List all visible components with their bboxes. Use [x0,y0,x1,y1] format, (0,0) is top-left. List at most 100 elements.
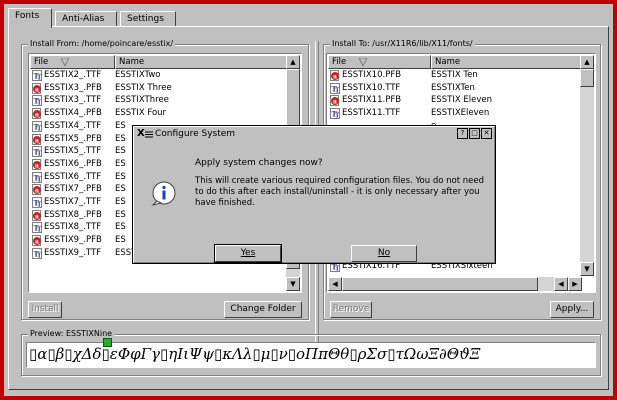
scroll-thumb[interactable] [580,69,594,87]
name-cell: ESSTIX Ten [431,70,478,80]
file-cell: ESSTIX6_.PFB [44,158,102,169]
name-cell: ESSTIXThree [115,95,169,106]
file-cell: ESSTIX11.TTF [342,108,401,119]
list-item[interactable]: T T ESSTIX2_.TTF ESSTIXTwo [30,69,286,81]
ttf-font-icon: TT [32,247,42,259]
file-cell: ESSTIX5_.PFB [44,133,102,144]
pfb-font-icon: a [330,95,339,107]
scroll-left-button[interactable]: ◀ [554,277,568,291]
scroll-up-button[interactable]: ▲ [286,55,300,69]
tab-settings[interactable]: Settings [120,11,176,27]
yes-button[interactable]: Yes [214,244,282,263]
name-cell: ESSTIX Three [115,82,172,93]
name-cell: ES [115,146,126,157]
svg-text:a: a [35,112,39,119]
list-header: File Name [328,55,582,69]
svg-text:T: T [335,113,340,120]
dialog-titlebar[interactable]: X Configure System ? □ ✕ [135,128,493,140]
name-cell: ES [115,158,126,169]
name-cell: ESSTIX Eleven [431,95,492,106]
install-to-vscrollbar[interactable]: ▲ ▼ [580,55,594,276]
svg-text:T: T [37,227,42,234]
svg-text:a: a [35,162,39,169]
remove-button[interactable]: Remove [330,301,372,318]
tab-anti-alias[interactable]: Anti-Alias [55,11,117,27]
pfb-font-icon: a [32,133,41,145]
list-item[interactable]: T T ESSTIX11.TTF ESSTIXEleven [328,107,580,120]
close-button[interactable]: ✕ [481,128,492,139]
pfb-font-icon: a [32,108,41,120]
scroll-left-button[interactable]: ◀ [328,277,342,291]
pfb-font-icon: a [32,209,41,221]
scroll-down-button[interactable]: ▼ [286,277,300,291]
file-cell: ESSTIX9_.PFB [44,235,102,246]
ttf-font-icon: TT [32,70,42,82]
file-cell: ESSTIX10.TTF [342,82,401,93]
column-file[interactable]: File [30,55,115,69]
scroll-down-button[interactable]: ▼ [580,262,594,276]
file-cell: ESSTIX8_.PFB [44,209,102,220]
file-cell: ESSTIX7_.PFB [44,184,102,195]
change-folder-button[interactable]: Change Folder [224,301,302,318]
file-cell: ESSTIX6_.TTF [44,171,102,182]
install-to-title: Install To: /usr/X11R6/lib/X11/fonts/ [330,39,475,48]
scroll-up-button[interactable]: ▲ [580,55,594,69]
ttf-font-icon: TT [32,171,42,183]
list-item[interactable]: a ESSTIX11.PFB ESSTIX Eleven [328,94,580,107]
name-cell: ES [115,171,126,182]
name-cell: ES [115,184,126,195]
name-cell: ESSTIXEleven [431,108,490,119]
ttf-font-icon: TT [32,197,42,208]
dialog-title: Configure System [155,129,236,139]
svg-text:a: a [333,74,337,81]
window-menu-icon[interactable] [145,131,153,138]
svg-text:T: T [37,151,42,158]
name-cell: ES [115,133,126,144]
file-cell: ESSTIX10.PFB [342,70,402,80]
help-button[interactable]: ? [457,128,468,139]
name-cell: ESSTIXTwo [115,70,161,80]
file-cell: ESSTIX3_.TTF [44,95,102,106]
column-name[interactable]: Name [115,55,288,69]
install-to-hscrollbar[interactable]: ◀ ◀ ▶ [328,277,582,291]
install-button[interactable]: Install [28,301,62,318]
list-item[interactable]: a ESSTIX10.PFB ESSTIX Ten [328,69,580,81]
install-from-title: Install From: /home/poincare/esstix/ [28,39,176,48]
preview-group: Preview: ESSTIXNine ▯α▯β▯χΔδ▯εΦφΓγ▯ηΙιΨψ… [21,329,601,376]
ttf-font-icon: TT [32,146,42,158]
tab-fonts[interactable]: Fonts [8,8,52,28]
column-file[interactable]: File [328,55,431,69]
hscroll-thumb[interactable] [342,277,538,291]
dialog-question: Apply system changes now? [195,158,323,168]
info-icon [151,181,176,206]
svg-text:T: T [37,75,42,82]
pfb-font-icon: a [32,158,41,170]
app-icon: X [137,128,145,139]
file-cell: ESSTIX7_.TTF [44,197,102,207]
svg-text:a: a [35,86,39,93]
pfb-font-icon: a [32,82,41,94]
list-item[interactable]: T T ESSTIX3_.TTF ESSTIXThree [30,94,286,107]
sort-arrow-icon [61,58,69,66]
scroll-right-button[interactable]: ▶ [568,277,582,291]
no-button[interactable]: No [351,245,417,262]
svg-text:a: a [35,239,39,246]
file-cell: ESSTIX3_.PFB [44,82,102,93]
column-name[interactable]: Name [431,55,582,69]
file-cell: ESSTIX5_.TTF [44,146,102,157]
list-item[interactable]: a ESSTIX4_.PFB ESSTIX Four [30,107,286,120]
svg-text:T: T [37,125,42,132]
list-item[interactable]: a ESSTIX3_.PFB ESSTIX Three [30,82,286,94]
list-item[interactable]: T T ESSTIX10.TTF ESSTIXTen [328,82,580,94]
cursor-indicator-icon [103,338,112,347]
dialog-body: This will create various required config… [195,176,484,208]
file-cell: ESSTIX2_.TTF [44,70,102,80]
list-header: File Name [30,55,288,69]
maximize-button[interactable]: □ [469,128,480,139]
svg-text:T: T [37,252,42,259]
ttf-font-icon: TT [32,95,42,107]
name-cell: ES [115,222,126,233]
file-cell: ESSTIX4_.PFB [44,108,102,119]
apply-button[interactable]: Apply... [550,301,594,318]
svg-text:T: T [37,100,42,107]
